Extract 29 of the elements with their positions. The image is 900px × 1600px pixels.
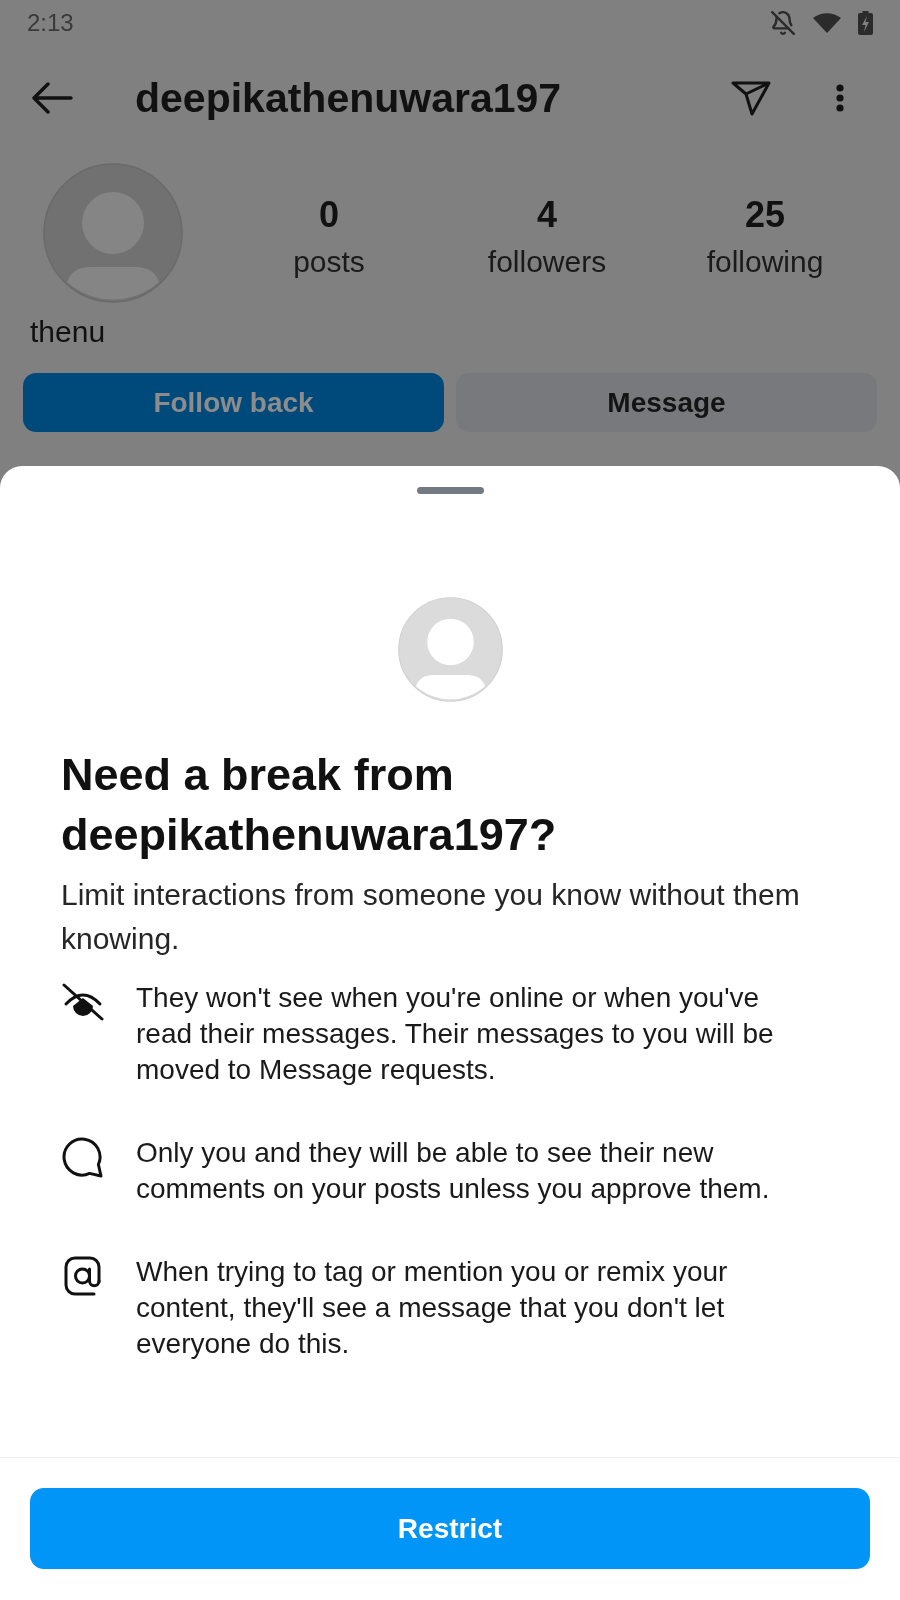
point-text: They won't see when you're online or when you've read their messages. Their messages to you will be moved to Message requests. xyxy=(136,981,775,1087)
paper-plane-icon[interactable] xyxy=(731,80,771,116)
avatar-icon xyxy=(43,163,183,303)
stat-count: 0 xyxy=(319,193,339,237)
back-arrow-icon[interactable] xyxy=(31,82,73,114)
status-time: 2:13 xyxy=(27,9,74,37)
battery-icon xyxy=(858,11,873,35)
stat-label: posts xyxy=(293,244,365,280)
avatar-icon xyxy=(397,597,503,702)
bell-off-icon xyxy=(770,10,796,36)
stat-label: following xyxy=(706,244,824,280)
at-sign-icon xyxy=(64,1256,102,1298)
wifi-icon xyxy=(813,13,841,33)
stat-count: 25 xyxy=(744,193,785,237)
display-name: thenu xyxy=(30,315,106,349)
point-text: Only you and they will be able to see their new comments on your posts unless you approve them. xyxy=(136,1136,771,1206)
sheet-title: Need a break from deepikathenuwara197? xyxy=(61,748,558,862)
stat-count: 4 xyxy=(537,193,557,237)
stat-label: followers xyxy=(487,244,607,280)
point-text: When trying to tag or mention you or remix your content, they'll see a message that you don't let everyone do this. xyxy=(136,1255,729,1361)
comment-icon xyxy=(62,1137,104,1179)
drag-handle[interactable] xyxy=(416,487,484,494)
message-button[interactable]: Message xyxy=(456,373,877,432)
profile-username: deepikathenuwara197 xyxy=(135,74,563,122)
more-options-icon[interactable] xyxy=(835,84,845,112)
follow-back-button[interactable]: Follow back xyxy=(23,373,444,432)
sheet-description: Limit interactions from someone you know without them knowing. xyxy=(61,877,801,957)
restrict-button[interactable]: Restrict xyxy=(30,1488,870,1569)
eye-off-icon xyxy=(61,982,105,1022)
